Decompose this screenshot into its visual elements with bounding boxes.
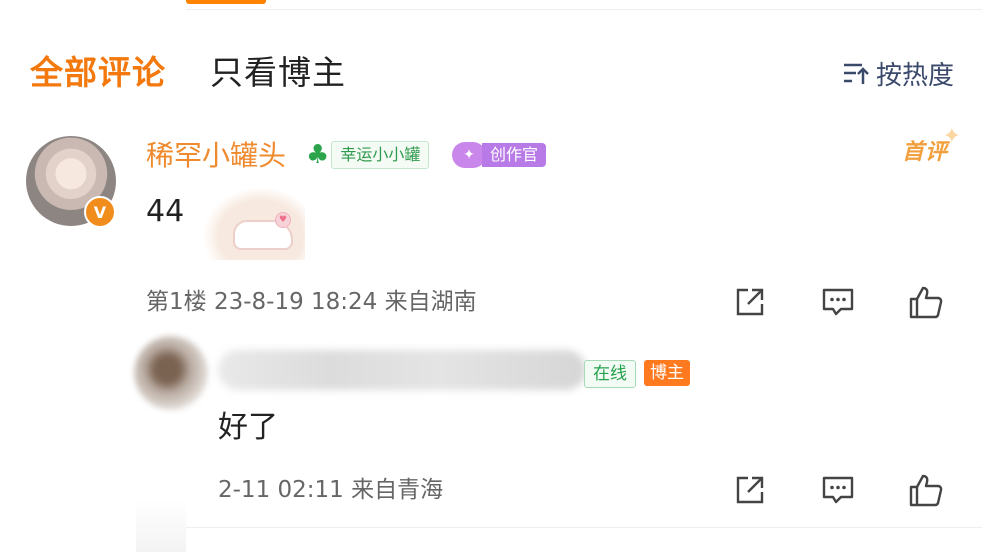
- reply-share-button[interactable]: [730, 470, 770, 510]
- planet-icon: ✦: [452, 142, 486, 168]
- comment-tabs: 全部评论 只看博主: [30, 50, 390, 96]
- heart-icon: ♥: [275, 212, 291, 228]
- thumbs-up-icon: [909, 286, 943, 319]
- top-divider: [186, 9, 982, 10]
- comment-text: 44: [146, 194, 185, 229]
- comment-actions: [682, 282, 946, 322]
- reply-meta: 2-11 02:11 来自青海: [218, 474, 443, 506]
- like-button[interactable]: [906, 282, 946, 322]
- sort-label: 按热度: [875, 60, 954, 91]
- share-button[interactable]: [730, 282, 770, 322]
- blogger-badge: 博主: [644, 360, 690, 386]
- fan-badge[interactable]: ♣ 幸运小小罐: [306, 140, 430, 170]
- fan-badge-label: 幸运小小罐: [331, 141, 430, 169]
- top-accent-bar: [186, 0, 266, 4]
- floor-label: 第1楼: [146, 289, 207, 315]
- reply-time: 2-11 02:11: [218, 477, 344, 503]
- comment-time: 23-8-19 18:24: [213, 289, 378, 315]
- reply-like-button[interactable]: [906, 470, 946, 510]
- creator-badge-label: 创作官: [482, 143, 547, 167]
- sparkle-icon: ✦: [942, 124, 962, 149]
- creator-badge[interactable]: ✦ 创作官: [452, 140, 547, 170]
- reply-comment-button[interactable]: [818, 470, 858, 510]
- reply-button[interactable]: [818, 282, 858, 322]
- reply-text: 好了: [218, 410, 278, 445]
- bottom-divider: [186, 527, 982, 528]
- sort-by-hot-button[interactable]: 按热度: [842, 56, 954, 91]
- reply-actions: [682, 470, 946, 510]
- bottom-left-shade: [136, 500, 186, 552]
- first-comment-label: 首评: [901, 140, 948, 165]
- tab-all-comments[interactable]: 全部评论: [30, 50, 166, 96]
- clover-icon: ♣: [306, 140, 330, 170]
- comment-location: 来自湖南: [384, 289, 477, 315]
- first-comment-badge: 首评 ✦: [901, 124, 961, 166]
- reply-avatar[interactable]: [134, 336, 208, 410]
- cat-sticker-decoration: ♥: [195, 180, 305, 260]
- reply-location: 来自青海: [351, 477, 444, 503]
- reply-username-blurred[interactable]: [218, 350, 586, 390]
- comment-meta: 第1楼 23-8-19 18:24 来自湖南: [146, 286, 477, 318]
- top-strip: [0, 0, 982, 10]
- sort-icon: [843, 63, 869, 84]
- verified-badge-icon: V: [84, 196, 116, 228]
- share-icon: [736, 476, 764, 504]
- comment-username[interactable]: 稀罕小罐头: [146, 136, 286, 176]
- share-icon: [736, 288, 764, 316]
- tab-blogger-only[interactable]: 只看博主: [210, 50, 346, 96]
- comment-icon: [822, 288, 854, 316]
- thumbs-up-icon: [909, 474, 943, 507]
- comment-icon: [822, 476, 854, 504]
- online-badge: 在线: [584, 360, 636, 388]
